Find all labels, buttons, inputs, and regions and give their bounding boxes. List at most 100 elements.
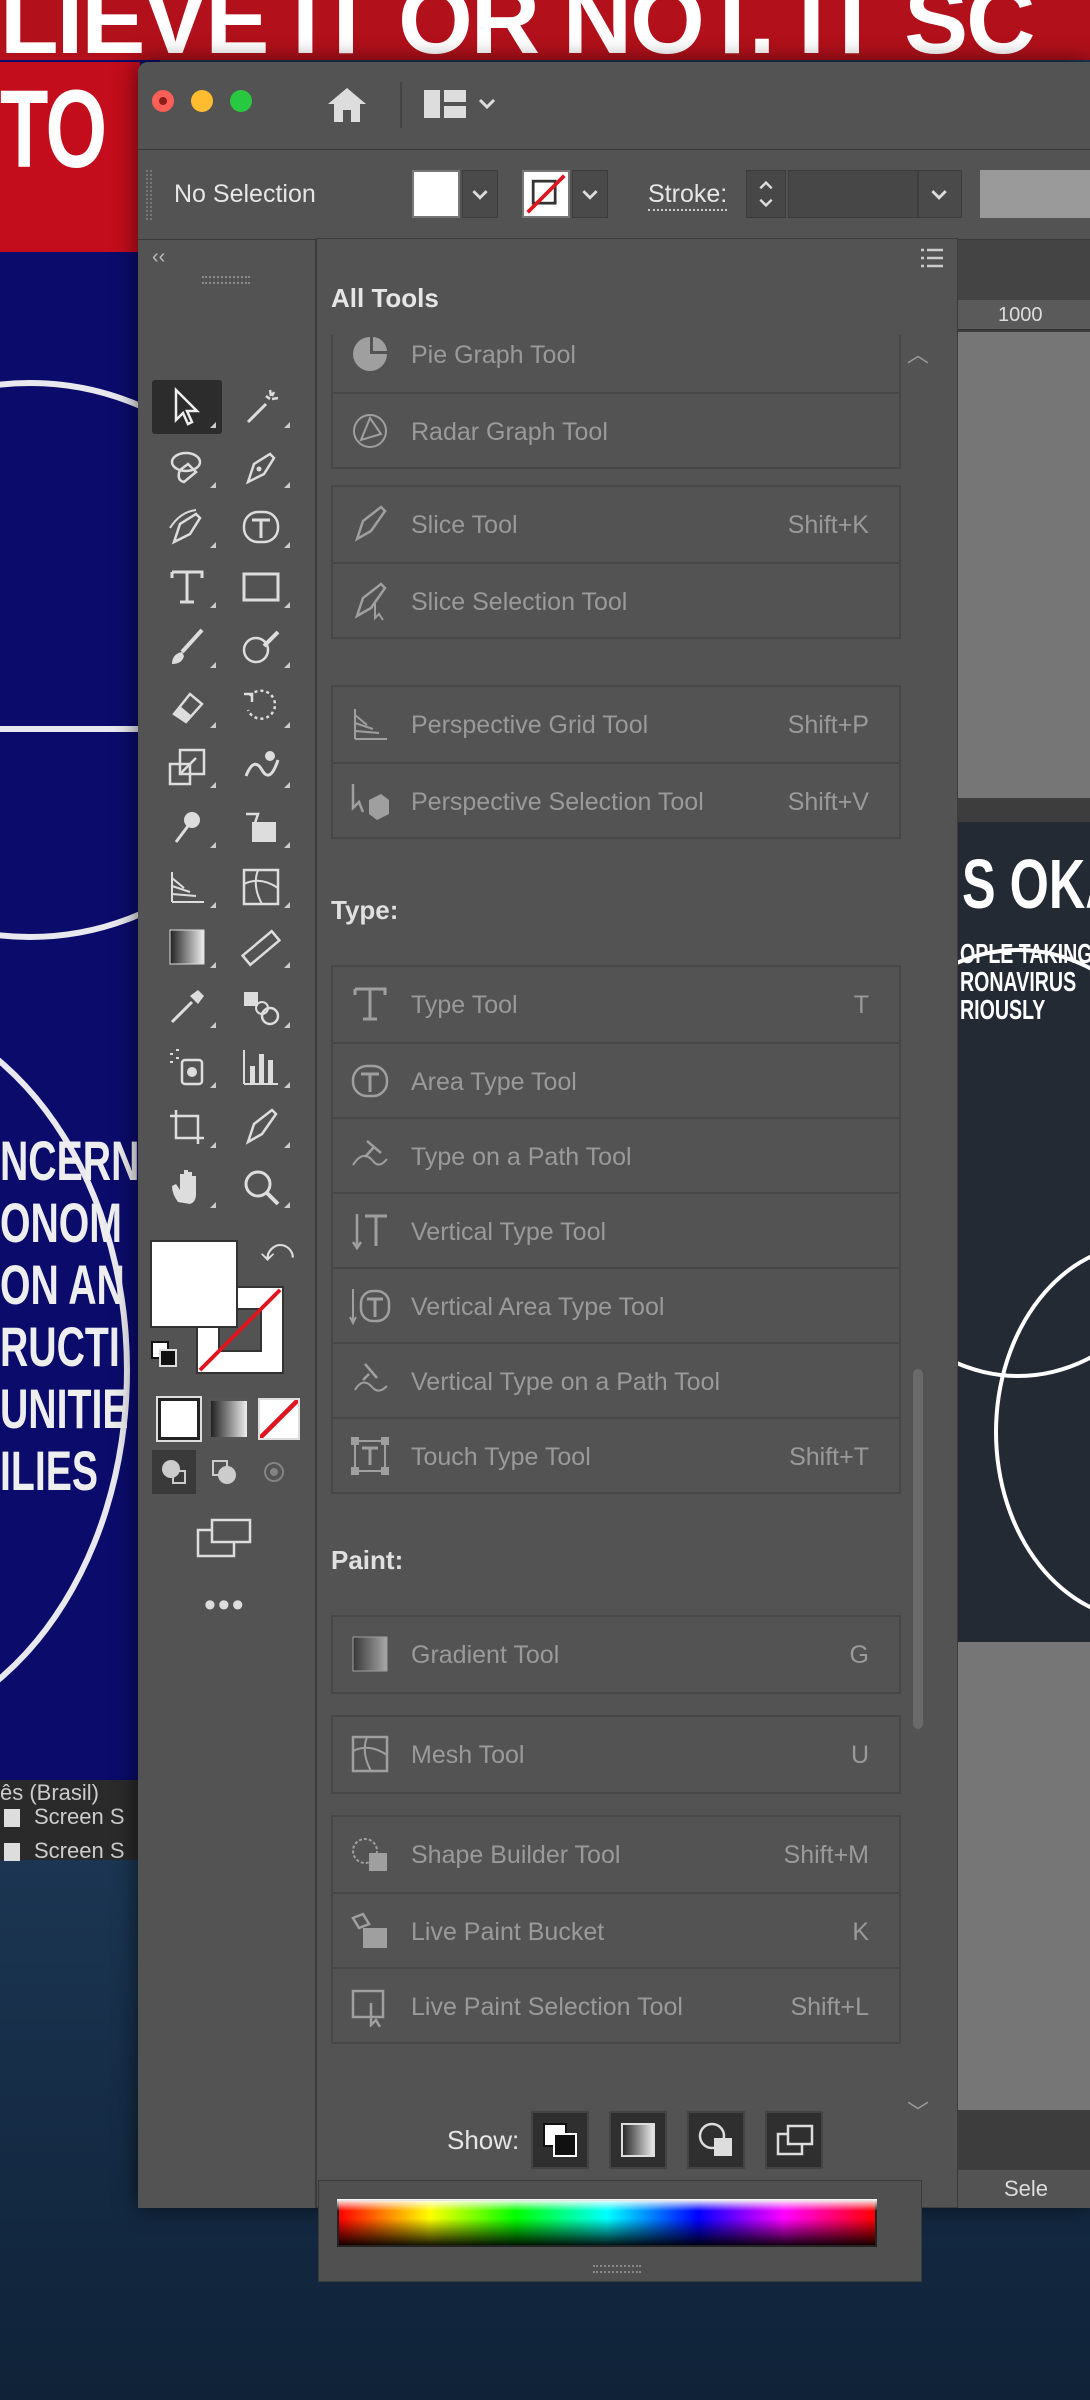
selection-tool-icon[interactable]: [152, 380, 222, 434]
measure-tool-icon[interactable]: [226, 920, 296, 974]
workspace-switcher[interactable]: [424, 84, 514, 124]
tool-row-touch-type[interactable]: Touch Type Tool Shift+T: [333, 1417, 899, 1492]
tool-row-vertical-area-type[interactable]: Vertical Area Type Tool: [333, 1267, 899, 1342]
gradient-mode-icon[interactable]: [208, 1398, 250, 1440]
stroke-swatch[interactable]: [522, 170, 570, 218]
tool-row-vertical-type[interactable]: Vertical Type Tool: [333, 1192, 899, 1267]
paintbrush-icon[interactable]: [152, 620, 222, 674]
eraser-icon[interactable]: [152, 680, 222, 734]
area-type-tool-icon[interactable]: [226, 500, 296, 554]
status-text[interactable]: Sele: [1004, 2176, 1048, 2202]
show-screen-mode-icon[interactable]: [765, 2111, 823, 2169]
canvas-pasteboard-lower[interactable]: [958, 1642, 1090, 2110]
tool-row-perspective-selection[interactable]: Perspective Selection Tool Shift+V: [333, 762, 899, 837]
control-bar-extra[interactable]: [980, 170, 1090, 218]
home-icon[interactable]: [322, 80, 372, 130]
show-gradient-icon[interactable]: [609, 2111, 667, 2169]
close-button[interactable]: [152, 90, 174, 112]
draw-inside-icon[interactable]: [252, 1450, 296, 1494]
radar-graph-icon: [353, 414, 387, 448]
tool-row-vertical-type-on-path[interactable]: Vertical Type on a Path Tool: [333, 1342, 899, 1417]
shaper-tool-icon[interactable]: [226, 620, 296, 674]
screen-mode-icon[interactable]: [194, 1516, 254, 1562]
hand-tool-icon[interactable]: [152, 1160, 222, 1214]
fill-dropdown[interactable]: [462, 170, 498, 218]
rectangle-tool-icon[interactable]: [226, 560, 296, 614]
document-tab[interactable]: [958, 240, 1090, 300]
art-line: OPLE TAKING: [960, 938, 1090, 969]
tool-label: Vertical Type Tool: [411, 1218, 607, 1246]
stroke-weight-field[interactable]: [788, 170, 918, 218]
panel-menu-icon[interactable]: [919, 247, 945, 269]
maximize-button[interactable]: [230, 90, 252, 112]
edit-toolbar-button[interactable]: •••: [204, 1586, 246, 1625]
fill-swatch[interactable]: [412, 170, 460, 218]
tool-row-pie-graph[interactable]: Pie Graph Tool: [333, 335, 899, 392]
rotate-tool-icon[interactable]: [226, 680, 296, 734]
artboard-tool-icon[interactable]: [152, 1100, 222, 1154]
draw-behind-icon[interactable]: [202, 1450, 246, 1494]
panel-grip[interactable]: [593, 2265, 641, 2273]
magic-wand-icon[interactable]: [226, 380, 296, 434]
tool-row-live-paint-selection[interactable]: Live Paint Selection Tool Shift+L: [333, 1967, 899, 2042]
desktop-file[interactable]: Screen S: [4, 1804, 125, 1830]
tool-group-slice: Slice Tool Shift+K Slice Selection Tool: [331, 485, 901, 639]
stroke-weight-dropdown[interactable]: [918, 170, 962, 218]
tool-row-type-on-path[interactable]: Type on a Path Tool: [333, 1117, 899, 1192]
stroke-stepper[interactable]: [746, 170, 786, 218]
pen-tool-icon[interactable]: [226, 440, 296, 494]
lasso-icon[interactable]: [152, 440, 222, 494]
default-colors-icon[interactable]: [150, 1340, 180, 1370]
tool-row-mesh[interactable]: Mesh Tool U: [333, 1717, 899, 1792]
tool-row-live-paint-bucket[interactable]: Live Paint Bucket K: [333, 1892, 899, 1967]
all-tools-drawer: All Tools ︿ ﹀ Pie Graph Tool Radar Graph…: [316, 238, 958, 2208]
show-draw-modes-icon[interactable]: [687, 2111, 745, 2169]
show-fill-stroke-icon[interactable]: [531, 2111, 589, 2169]
tool-shortcut: T: [853, 991, 869, 1019]
tool-row-gradient[interactable]: Gradient Tool G: [333, 1617, 899, 1692]
ruler[interactable]: 1000: [958, 300, 1090, 330]
toolbar-grip[interactable]: [202, 276, 250, 284]
zoom-tool-icon[interactable]: [226, 1160, 296, 1214]
tool-row-shape-builder[interactable]: Shape Builder Tool Shift+M: [333, 1817, 899, 1892]
perspective-grid-tool-icon[interactable]: [152, 860, 222, 914]
scale-tool-icon[interactable]: [152, 740, 222, 794]
tool-row-type[interactable]: Type Tool T: [333, 967, 899, 1042]
eyedropper-icon[interactable]: [152, 980, 222, 1034]
artboard[interactable]: S OKAY OPLE TAKING RONAVIRUS RIOUSLY: [958, 822, 1090, 1642]
vertical-type-on-path-icon: [354, 1363, 388, 1392]
draw-normal-icon[interactable]: [152, 1450, 196, 1494]
tool-shortcut: Shift+V: [787, 788, 869, 816]
fill-color-box[interactable]: [150, 1240, 238, 1328]
document-canvas[interactable]: 1000 S OKAY OPLE TAKING RONAVIRUS RIOUSL…: [958, 240, 1090, 2208]
slice-tool-icon[interactable]: [226, 1100, 296, 1154]
shape-builder-tool-icon[interactable]: [226, 800, 296, 854]
warp-tool-icon[interactable]: [226, 740, 296, 794]
grip-handle[interactable]: [146, 170, 152, 220]
tool-row-radar-graph[interactable]: Radar Graph Tool: [333, 392, 899, 467]
tool-shortcut: Shift+L: [790, 1993, 869, 2021]
gradient-tool-icon[interactable]: [152, 920, 222, 974]
none-mode-icon[interactable]: [258, 1398, 300, 1440]
curvature-tool-icon[interactable]: [152, 500, 222, 554]
tool-row-area-type[interactable]: Area Type Tool: [333, 1042, 899, 1117]
swap-fill-stroke-icon[interactable]: ⤺: [260, 1232, 294, 1270]
color-mode-icon[interactable]: [156, 1396, 202, 1442]
tool-row-perspective-grid[interactable]: Perspective Grid Tool Shift+P: [333, 687, 899, 762]
desktop-label: ês (Brasil): [0, 1780, 100, 1805]
symbol-sprayer-icon[interactable]: [152, 1040, 222, 1094]
minimize-button[interactable]: [191, 90, 213, 112]
tool-row-slice[interactable]: Slice Tool Shift+K: [333, 487, 899, 562]
blend-tool-icon[interactable]: [226, 980, 296, 1034]
mesh-tool-icon[interactable]: [226, 860, 296, 914]
collapse-icon[interactable]: ‹‹: [152, 246, 165, 269]
tool-row-slice-selection[interactable]: Slice Selection Tool: [333, 562, 899, 637]
stroke-dropdown[interactable]: [572, 170, 608, 218]
canvas-pasteboard[interactable]: [958, 332, 1090, 798]
tool-group-mesh: Mesh Tool U: [331, 1715, 901, 1794]
desktop-file[interactable]: Screen S: [4, 1838, 125, 1864]
puppet-warp-icon[interactable]: [152, 800, 222, 854]
stroke-label[interactable]: Stroke:: [648, 180, 728, 211]
column-graph-icon[interactable]: [226, 1040, 296, 1094]
type-tool-icon[interactable]: [152, 560, 222, 614]
